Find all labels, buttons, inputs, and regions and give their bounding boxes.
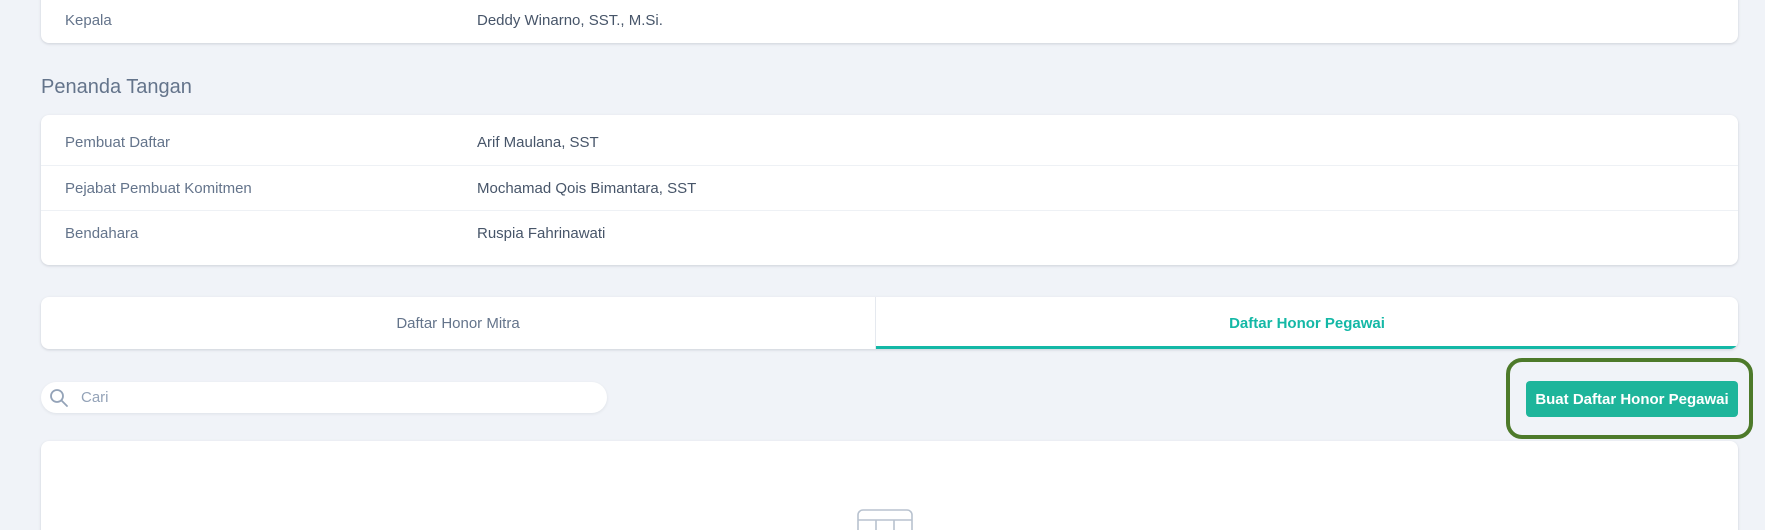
create-honor-pegawai-button[interactable]: Buat Daftar Honor Pegawai	[1526, 381, 1738, 417]
page: Kepala Deddy Winarno, SST., M.Si. Penand…	[0, 0, 1765, 530]
info-value: Deddy Winarno, SST., M.Si.	[477, 12, 663, 29]
table-icon	[857, 509, 913, 530]
signatory-row-pembuat-daftar: Pembuat Daftar Arif Maulana, SST	[41, 120, 1738, 165]
info-row-kepala: Kepala Deddy Winarno, SST., M.Si.	[41, 0, 1738, 43]
signatories-card: Pembuat Daftar Arif Maulana, SST Pejabat…	[41, 115, 1738, 265]
signatory-value: Mochamad Qois Bimantara, SST	[477, 179, 697, 197]
honor-tabs: Daftar Honor Mitra Daftar Honor Pegawai	[41, 297, 1738, 349]
tab-label: Daftar Honor Pegawai	[1229, 314, 1385, 332]
signatory-label: Bendahara	[65, 224, 139, 242]
tab-daftar-honor-mitra[interactable]: Daftar Honor Mitra	[41, 297, 876, 349]
tab-daftar-honor-pegawai[interactable]: Daftar Honor Pegawai	[876, 297, 1738, 349]
search-box	[41, 382, 607, 413]
search-icon	[49, 388, 69, 408]
signatory-value: Ruspia Fahrinawati	[477, 224, 606, 242]
search-input[interactable]	[81, 382, 581, 413]
table-card	[41, 441, 1738, 530]
signatory-row-ppk: Pejabat Pembuat Komitmen Mochamad Qois B…	[41, 165, 1738, 210]
info-label: Kepala	[65, 12, 112, 29]
signatory-row-bendahara: Bendahara Ruspia Fahrinawati	[41, 210, 1738, 255]
signatory-value: Arif Maulana, SST	[477, 134, 599, 151]
section-title-signatories: Penanda Tangan	[41, 76, 192, 98]
signatory-label: Pembuat Daftar	[65, 134, 171, 151]
tab-label: Daftar Honor Mitra	[396, 314, 520, 332]
signatory-label: Pejabat Pembuat Komitmen	[65, 179, 252, 197]
unit-info-card: Kepala Deddy Winarno, SST., M.Si.	[41, 0, 1738, 43]
